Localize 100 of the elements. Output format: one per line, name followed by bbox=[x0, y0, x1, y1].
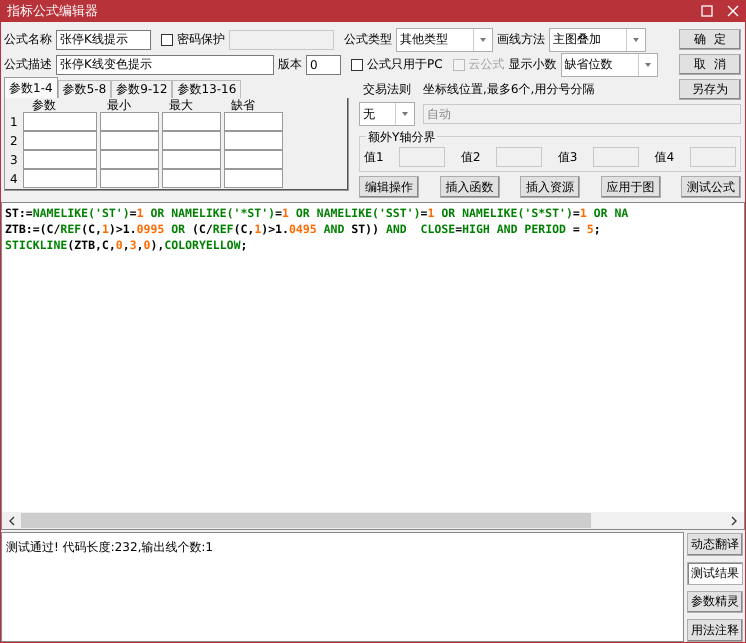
code-token: ST)) bbox=[351, 222, 380, 236]
param-input[interactable] bbox=[23, 150, 97, 169]
code-token: ), bbox=[150, 238, 164, 252]
draw-method-dropdown[interactable]: 主图叠加 bbox=[549, 28, 646, 52]
param-input[interactable] bbox=[23, 112, 97, 131]
param-input[interactable] bbox=[224, 150, 283, 169]
code-token: = bbox=[420, 206, 428, 220]
dropdown-arrow-icon bbox=[401, 110, 409, 118]
close-icon[interactable] bbox=[727, 5, 739, 17]
output-text: 测试通过! 代码长度:232,输出线个数:1 bbox=[6, 540, 214, 554]
code-token: OR bbox=[170, 222, 186, 236]
code-token: = bbox=[455, 222, 462, 236]
description-field[interactable]: 张停K线变色提示 bbox=[56, 54, 274, 74]
code-token: 0 bbox=[144, 238, 150, 252]
code-token: OR NAMELIKE('*ST') bbox=[149, 206, 276, 220]
value-field[interactable] bbox=[690, 147, 736, 167]
code-token: )>1. bbox=[261, 222, 289, 236]
code-token: ; bbox=[594, 222, 601, 236]
horizontal-scrollbar[interactable] bbox=[2, 512, 744, 529]
field-label: 公式名称 bbox=[4, 31, 52, 48]
param-tab[interactable]: 参数13-16 bbox=[172, 80, 242, 98]
param-input[interactable] bbox=[100, 131, 159, 150]
code-token: (C, bbox=[234, 222, 254, 236]
version-field[interactable]: 0 bbox=[306, 54, 341, 74]
param-input[interactable] bbox=[100, 112, 159, 131]
value-field[interactable] bbox=[593, 147, 640, 167]
code-token: (C/ bbox=[192, 222, 213, 236]
param-input[interactable] bbox=[162, 150, 221, 169]
param-input[interactable] bbox=[224, 131, 283, 150]
field-label: 坐标线位置,最多6个,用分号分隔 bbox=[423, 80, 594, 98]
code-token: , bbox=[136, 238, 144, 252]
code-token: = bbox=[572, 206, 580, 220]
param-input[interactable] bbox=[100, 169, 159, 188]
ok-button[interactable]: 确 定 bbox=[679, 29, 741, 50]
code-token: AND CLOSE bbox=[386, 222, 456, 236]
code-token: = bbox=[275, 206, 282, 220]
row-number: 1 bbox=[10, 114, 19, 130]
code-token: OR NAMELIKE('S*ST') bbox=[440, 206, 573, 220]
field-label: 画线方法 bbox=[497, 31, 545, 48]
row-number: 4 bbox=[10, 170, 19, 188]
code-token: (C, bbox=[81, 222, 102, 236]
trade-rule-dropdown[interactable]: 无 bbox=[359, 102, 415, 126]
action-button[interactable]: 编辑操作 bbox=[359, 176, 419, 198]
field-label: 值1 bbox=[364, 148, 384, 166]
value-field[interactable] bbox=[399, 147, 446, 167]
name-field[interactable]: 张停K线提示 bbox=[56, 30, 151, 50]
side-tab-button[interactable]: 动态翻译 bbox=[687, 533, 743, 556]
param-input[interactable] bbox=[162, 112, 221, 131]
side-tab-button[interactable]: 测试结果 bbox=[687, 562, 743, 584]
decimals-dropdown[interactable]: 缺省位数 bbox=[560, 52, 658, 76]
action-button[interactable]: 应用于图 bbox=[600, 176, 660, 198]
code-token: 3 bbox=[130, 238, 137, 252]
side-tab-button[interactable]: 参数精灵 bbox=[687, 590, 743, 614]
param-input[interactable] bbox=[162, 169, 221, 188]
field-label: 值4 bbox=[654, 148, 674, 166]
value-field[interactable] bbox=[496, 147, 542, 167]
code-token: REF bbox=[60, 222, 82, 236]
side-tab-button[interactable]: 用法注释 bbox=[687, 619, 743, 642]
field-label: 值3 bbox=[558, 148, 578, 166]
save-as-button[interactable]: 另存为 bbox=[679, 78, 741, 100]
code-token: 0995 bbox=[136, 222, 164, 236]
column-header: 缺省 bbox=[230, 99, 256, 112]
field-label: 公式类型 bbox=[344, 31, 392, 48]
action-button[interactable]: 插入函数 bbox=[440, 176, 500, 198]
code-token: 1 bbox=[427, 206, 434, 220]
checkbox[interactable] bbox=[161, 34, 173, 46]
param-input[interactable] bbox=[23, 131, 97, 150]
param-input[interactable] bbox=[100, 150, 159, 169]
code-token: COLORYELLOW bbox=[164, 238, 240, 252]
code-token: = bbox=[130, 206, 137, 220]
code-token: , bbox=[122, 238, 130, 252]
scroll-left-icon[interactable] bbox=[8, 516, 16, 526]
code-token: 5 bbox=[586, 222, 594, 236]
param-tab[interactable]: 参数1-4 bbox=[4, 77, 58, 98]
code-token: 1 bbox=[580, 206, 587, 220]
cancel-button[interactable]: 取 消 bbox=[679, 54, 741, 75]
code-token: ST:= bbox=[5, 206, 33, 220]
row-number: 3 bbox=[10, 152, 19, 168]
code-token: 1 bbox=[282, 206, 289, 220]
code-token: NAMELIKE('ST') bbox=[32, 206, 130, 220]
column-header: 最大 bbox=[168, 99, 194, 112]
column-header: 最小 bbox=[106, 99, 132, 112]
type-dropdown[interactable]: 其他类型 bbox=[396, 28, 493, 52]
field-label: 公式描述 bbox=[4, 56, 52, 73]
action-button[interactable]: 插入资源 bbox=[520, 176, 580, 198]
param-tab[interactable]: 参数9-12 bbox=[111, 80, 172, 98]
action-button[interactable]: 测试公式 bbox=[681, 176, 741, 198]
param-input[interactable] bbox=[224, 169, 283, 188]
param-input[interactable] bbox=[224, 112, 283, 131]
param-input[interactable] bbox=[162, 131, 221, 150]
maximize-icon[interactable] bbox=[701, 5, 713, 17]
checkbox-label: 云公式 bbox=[468, 56, 505, 73]
param-tab[interactable]: 参数5-8 bbox=[58, 80, 112, 98]
dropdown-arrow-icon bbox=[644, 60, 652, 68]
code-token: 0495 bbox=[288, 222, 317, 236]
code-token: HIGH AND PERIOD bbox=[462, 222, 566, 236]
scroll-right-icon[interactable] bbox=[730, 516, 738, 526]
param-input[interactable] bbox=[23, 169, 97, 188]
field-label: 显示小数 bbox=[508, 56, 557, 73]
checkbox[interactable] bbox=[351, 58, 363, 70]
